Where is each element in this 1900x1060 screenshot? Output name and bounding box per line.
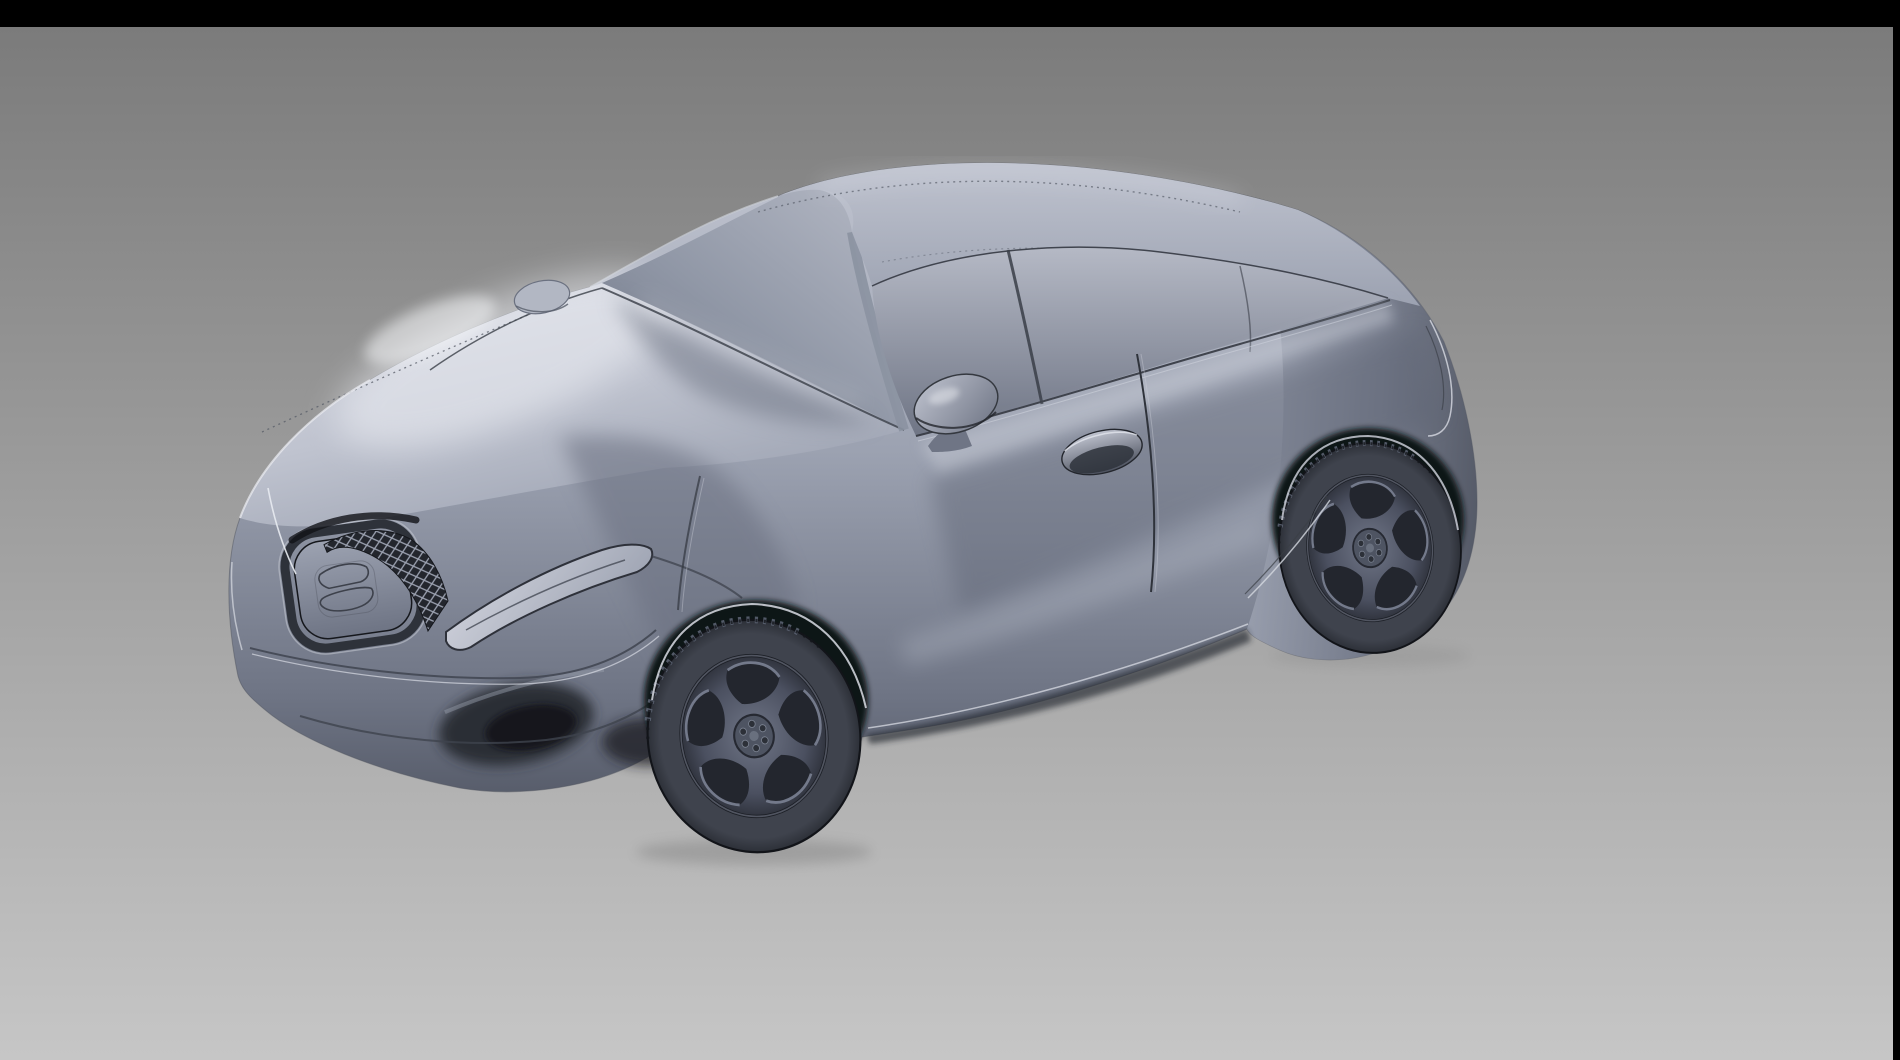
letterbox-top-bar [0,0,1900,27]
letterbox-right-bar [1893,0,1900,1060]
cad-viewport-scene [0,0,1900,1060]
screenshot-root [0,0,1900,1060]
